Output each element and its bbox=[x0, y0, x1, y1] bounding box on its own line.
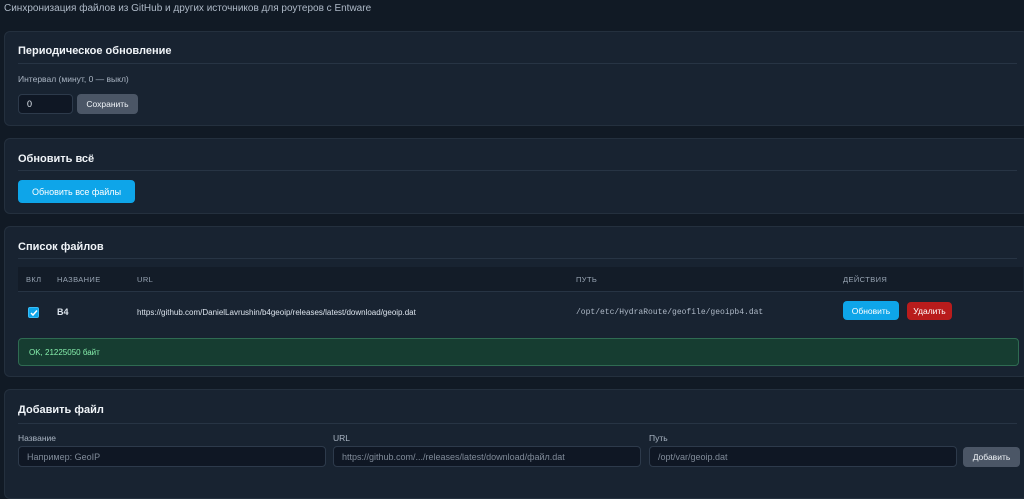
name-label: Название bbox=[18, 433, 56, 443]
col-url: URL bbox=[137, 275, 154, 284]
url-input[interactable]: https://github.com/.../releases/latest/d… bbox=[333, 446, 641, 467]
card-divider bbox=[18, 258, 1017, 259]
name-input[interactable]: Например: GeoIP bbox=[18, 446, 326, 467]
file-list-card: Список файлов ВКЛ НАЗВАНИЕ URL ПУТЬ ДЕЙС… bbox=[4, 226, 1024, 377]
interval-input[interactable]: 0 bbox=[18, 94, 73, 114]
periodic-update-title: Периодическое обновление bbox=[18, 45, 172, 57]
update-all-button[interactable]: Обновить все файлы bbox=[18, 180, 135, 203]
page-subtitle: Синхронизация файлов из GitHub и других … bbox=[4, 3, 372, 14]
table-row: B4 https://github.com/DanielLavrushin/b4… bbox=[18, 292, 1023, 332]
add-file-title: Добавить файл bbox=[18, 404, 104, 416]
url-label: URL bbox=[333, 433, 351, 443]
card-divider bbox=[18, 423, 1017, 424]
col-enabled: ВКЛ bbox=[26, 275, 42, 284]
col-path: ПУТЬ bbox=[576, 275, 598, 284]
card-divider bbox=[18, 63, 1017, 64]
path-label: Путь bbox=[649, 433, 668, 443]
save-button[interactable]: Сохранить bbox=[77, 94, 138, 114]
status-message: OK, 21225050 байт bbox=[18, 338, 1019, 366]
periodic-update-card: Периодическое обновление Интервал (минут… bbox=[4, 31, 1024, 126]
file-name: B4 bbox=[57, 307, 69, 317]
add-button[interactable]: Добавить bbox=[963, 447, 1020, 467]
file-path: /opt/etc/HydraRoute/geofile/geoipb4.dat bbox=[576, 308, 764, 317]
card-divider bbox=[18, 170, 1017, 171]
check-icon bbox=[29, 309, 38, 316]
enabled-checkbox[interactable] bbox=[28, 307, 39, 318]
col-actions: ДЕЙСТВИЯ bbox=[843, 275, 888, 284]
interval-label: Интервал (минут, 0 — выкл) bbox=[18, 74, 129, 84]
file-list-title: Список файлов bbox=[18, 241, 104, 253]
delete-file-button[interactable]: Удалить bbox=[907, 302, 952, 320]
file-url: https://github.com/DanielLavrushin/b4geo… bbox=[137, 308, 416, 317]
status-text: OK, 21225050 байт bbox=[29, 348, 100, 357]
path-input[interactable]: /opt/var/geoip.dat bbox=[649, 446, 957, 467]
table-header: ВКЛ НАЗВАНИЕ URL ПУТЬ ДЕЙСТВИЯ bbox=[18, 267, 1023, 292]
update-all-card: Обновить всё Обновить все файлы bbox=[4, 138, 1024, 214]
update-file-button[interactable]: Обновить bbox=[843, 301, 899, 320]
col-name: НАЗВАНИЕ bbox=[57, 275, 101, 284]
update-all-title: Обновить всё bbox=[18, 153, 95, 165]
